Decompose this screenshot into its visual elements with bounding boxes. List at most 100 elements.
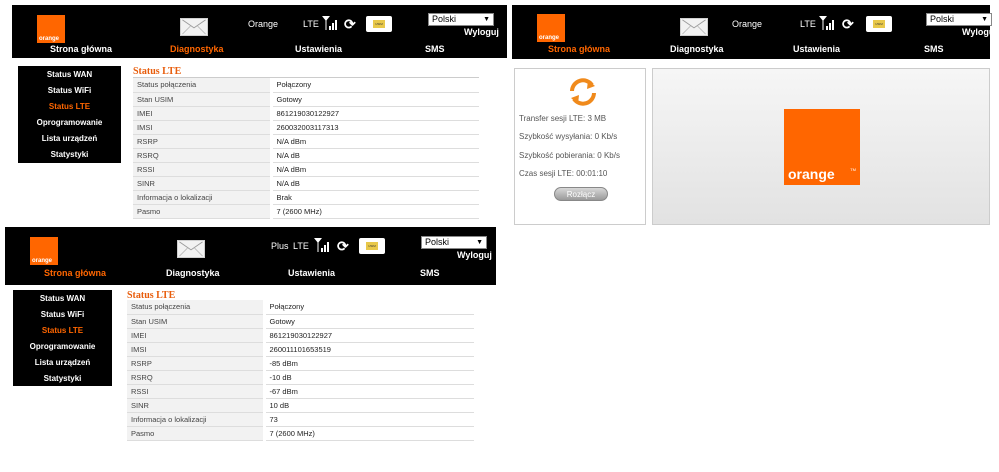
nav-diagnostics[interactable]: Diagnostyka xyxy=(670,44,724,54)
table-row: Informacja o lokalizacji Brak xyxy=(133,190,479,205)
table-row: Pasmo 7 (2600 MHz) xyxy=(127,426,474,441)
orange-banner: orange TM xyxy=(652,68,990,225)
row-label: RSSI xyxy=(133,162,273,177)
nav-sms[interactable]: SMS xyxy=(425,44,445,54)
sidebar-item-devices[interactable]: Lista urządzeń xyxy=(13,358,112,367)
table-row: RSSI N/A dBm xyxy=(133,162,479,177)
row-label: Informacja o lokalizacji xyxy=(133,190,273,205)
sidebar-item-status-wifi[interactable]: Status WiFi xyxy=(18,86,121,95)
envelope-icon[interactable] xyxy=(180,18,208,36)
refresh-arrows-icon[interactable]: ⟳ xyxy=(842,17,856,31)
nav-diagnostics[interactable]: Diagnostyka xyxy=(170,44,224,54)
table-row: RSRP -85 dBm xyxy=(127,356,474,371)
operator-name: Orange xyxy=(732,19,763,29)
row-value: 861219030122927 xyxy=(271,106,479,121)
logout-link[interactable]: Wyloguj xyxy=(962,27,997,37)
operator-name: Plus xyxy=(271,241,289,251)
section-title: Status LTE xyxy=(133,66,182,77)
row-label: RSSI xyxy=(127,384,266,399)
operator-name: Orange xyxy=(248,19,279,29)
session-time: Czas sesji LTE: 00:01:10 xyxy=(519,169,608,178)
row-label: IMSI xyxy=(133,120,273,135)
nav-sms[interactable]: SMS xyxy=(924,44,944,54)
row-label: SINR xyxy=(133,176,273,191)
row-value: 861219030122927 xyxy=(264,328,474,343)
disconnect-button[interactable]: Rozłącz xyxy=(554,187,608,201)
signal-bars-icon xyxy=(314,238,329,252)
row-label: IMEI xyxy=(127,328,266,343)
sidebar-item-statistics[interactable]: Statystyki xyxy=(18,150,121,159)
nav-home[interactable]: Strona główna xyxy=(50,44,112,54)
row-value: N/A dBm xyxy=(271,134,479,149)
row-value: -10 dB xyxy=(264,370,474,385)
usim-card-icon: USIM xyxy=(866,16,892,32)
table-row: Status połączenia Połączony xyxy=(133,78,479,93)
sidebar-item-devices[interactable]: Lista urządzeń xyxy=(18,134,121,143)
refresh-arrows-icon[interactable]: ⟳ xyxy=(344,17,358,31)
orange-logo: orange TM xyxy=(784,109,860,185)
sidebar-item-statistics[interactable]: Statystyki xyxy=(13,374,112,383)
signal-bars-icon xyxy=(322,16,337,30)
nav-settings[interactable]: Ustawienia xyxy=(295,44,342,54)
sidebar-item-software[interactable]: Oprogramowanie xyxy=(18,118,121,127)
nav-sms[interactable]: SMS xyxy=(420,268,440,278)
sidebar-item-status-lte[interactable]: Status LTE xyxy=(13,326,112,335)
header-screen3: orange Plus LTE ⟳ USIM Polski ▼ Wyloguj S… xyxy=(5,227,496,285)
row-value: 260011101653519 xyxy=(264,342,474,357)
language-select[interactable]: Polski ▼ xyxy=(428,13,494,26)
logout-link[interactable]: Wyloguj xyxy=(457,250,492,260)
row-label: IMSI xyxy=(127,342,266,357)
sidebar-item-status-wifi[interactable]: Status WiFi xyxy=(13,310,112,319)
row-value: Połączony xyxy=(271,78,479,93)
nav-settings[interactable]: Ustawienia xyxy=(288,268,335,278)
sidebar-screen3: Status WAN Status WiFi Status LTE Oprogr… xyxy=(13,290,112,386)
row-value: 73 xyxy=(264,412,474,427)
language-select[interactable]: Polski ▼ xyxy=(926,13,992,26)
row-label: RSRQ xyxy=(133,148,273,163)
row-label: Stan USIM xyxy=(133,92,273,107)
header-screen1: orange Orange LTE ⟳ USIM Polski ▼ Wyloguj… xyxy=(12,5,507,58)
lte-indicator: LTE xyxy=(303,19,319,29)
row-value: Połączony xyxy=(264,300,474,315)
row-label: SINR xyxy=(127,398,266,413)
sidebar-item-status-wan[interactable]: Status WAN xyxy=(13,294,112,303)
table-row: RSRQ N/A dB xyxy=(133,148,479,163)
sidebar-screen1: Status WAN Status WiFi Status LTE Oprogr… xyxy=(18,66,121,163)
session-upload-speed: Szybkość wysyłania: 0 Kb/s xyxy=(519,132,618,141)
row-value: Gotowy xyxy=(264,314,474,329)
language-select[interactable]: Polski ▼ xyxy=(421,236,487,249)
refresh-arrows-icon xyxy=(570,78,596,106)
table-row: IMSI 260011101653519 xyxy=(127,342,474,357)
sidebar-item-status-wan[interactable]: Status WAN xyxy=(18,70,121,79)
orange-logo[interactable]: orange xyxy=(537,14,565,42)
orange-logo[interactable]: orange xyxy=(37,15,65,43)
table-row: Pasmo 7 (2600 MHz) xyxy=(133,204,479,219)
refresh-arrows-icon[interactable]: ⟳ xyxy=(337,239,351,253)
logout-link[interactable]: Wyloguj xyxy=(464,27,499,37)
row-label: Pasmo xyxy=(127,426,266,441)
nav-diagnostics[interactable]: Diagnostyka xyxy=(166,268,220,278)
table-row: RSRQ -10 dB xyxy=(127,370,474,385)
table-row: IMSI 260032003117313 xyxy=(133,120,479,135)
row-label: RSRP xyxy=(127,356,266,371)
nav-home[interactable]: Strona główna xyxy=(548,44,610,54)
session-download-speed: Szybkość pobierania: 0 Kb/s xyxy=(519,151,620,160)
row-value: 7 (2600 MHz) xyxy=(264,426,474,441)
row-value: 7 (2600 MHz) xyxy=(271,204,479,219)
row-label: RSRP xyxy=(133,134,273,149)
row-value: -67 dBm xyxy=(264,384,474,399)
row-label: RSRQ xyxy=(127,370,266,385)
table-row: RSSI -67 dBm xyxy=(127,384,474,399)
orange-logo[interactable]: orange xyxy=(30,237,58,265)
nav-settings[interactable]: Ustawienia xyxy=(793,44,840,54)
session-panel: Transfer sesji LTE: 3 MB Szybkość wysyła… xyxy=(514,68,646,225)
row-value: N/A dB xyxy=(271,176,479,191)
envelope-icon[interactable] xyxy=(680,18,708,36)
row-label: IMEI xyxy=(133,106,273,121)
sidebar-item-status-lte[interactable]: Status LTE xyxy=(18,102,121,111)
sidebar-item-software[interactable]: Oprogramowanie xyxy=(13,342,112,351)
envelope-icon[interactable] xyxy=(177,240,205,258)
lte-indicator: LTE xyxy=(800,19,816,29)
row-label: Informacja o lokalizacji xyxy=(127,412,266,427)
nav-home[interactable]: Strona główna xyxy=(44,268,106,278)
